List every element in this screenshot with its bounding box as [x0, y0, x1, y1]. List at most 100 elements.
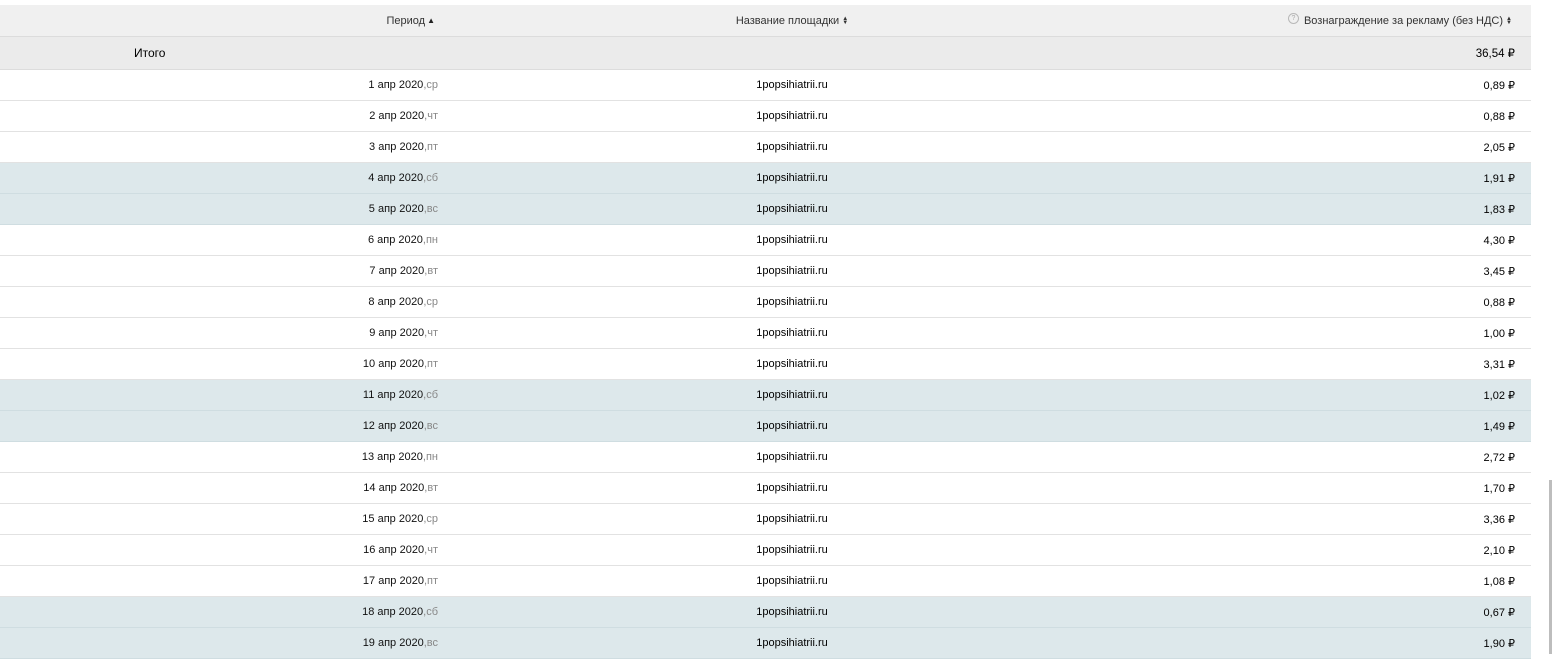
table-row[interactable]: 10 апр 2020, пт 1popsihiatrii.ru 3,31 ₽ [0, 349, 1531, 380]
period-weekday: сб [426, 606, 438, 618]
period-cell: 4 апр 2020, сб [368, 163, 438, 193]
period-date: 18 апр 2020 [362, 606, 424, 618]
site-cell: 1popsihiatrii.ru [756, 110, 828, 122]
period-cell: 13 апр 2020, пн [362, 442, 438, 472]
site-cell: 1popsihiatrii.ru [756, 296, 828, 308]
stats-table: Период ▲ Название площадки ▲ ▼ ? Вознагра… [0, 5, 1531, 659]
total-row: Итого 36,54 ₽ [0, 37, 1531, 70]
column-header-period[interactable]: Период ▲ [386, 5, 435, 36]
period-cell: 5 апр 2020, вс [369, 194, 438, 224]
table-body: 1 апр 2020, ср 1popsihiatrii.ru 0,89 ₽ 2 ап… [0, 70, 1531, 659]
reward-cell: 1,08 ₽ [1483, 575, 1515, 588]
table-row[interactable]: 13 апр 2020, пн 1popsihiatrii.ru 2,72 ₽ [0, 442, 1531, 473]
help-icon[interactable]: ? [1287, 13, 1299, 24]
column-header-period-label: Период [386, 14, 426, 27]
reward-cell: 0,88 ₽ [1483, 110, 1515, 123]
table-row[interactable]: 2 апр 2020, чт 1popsihiatrii.ru 0,88 ₽ [0, 101, 1531, 132]
table-row[interactable]: 17 апр 2020, пт 1popsihiatrii.ru 1,08 ₽ [0, 566, 1531, 597]
sort-both-icon[interactable]: ▲ ▼ [1506, 16, 1512, 26]
period-date: 10 апр 2020 [362, 358, 424, 370]
period-cell: 2 апр 2020, чт [369, 101, 438, 131]
site-cell: 1popsihiatrii.ru [756, 265, 828, 277]
period-cell: 6 апр 2020, пн [368, 225, 438, 255]
table-row[interactable]: 19 апр 2020, вс 1popsihiatrii.ru 1,90 ₽ [0, 628, 1531, 659]
site-cell: 1popsihiatrii.ru [756, 482, 828, 494]
period-weekday: вс [426, 420, 438, 432]
period-date: 4 апр 2020 [368, 172, 424, 184]
period-weekday: пт [427, 575, 438, 587]
site-cell: 1popsihiatrii.ru [756, 172, 828, 184]
period-weekday: чт [427, 327, 438, 339]
period-cell: 17 апр 2020, пт [363, 566, 438, 596]
period-date: 16 апр 2020 [363, 544, 425, 556]
period-weekday: ср [426, 296, 438, 308]
sort-asc-icon[interactable]: ▲ [427, 16, 435, 25]
site-cell: 1popsihiatrii.ru [756, 544, 828, 556]
site-cell: 1popsihiatrii.ru [756, 141, 828, 153]
table-row[interactable]: 4 апр 2020, сб 1popsihiatrii.ru 1,91 ₽ [0, 163, 1531, 194]
table-row[interactable]: 9 апр 2020, чт 1popsihiatrii.ru 1,00 ₽ [0, 318, 1531, 349]
period-cell: 10 апр 2020, пт [363, 349, 438, 379]
period-cell: 18 апр 2020, сб [362, 597, 438, 627]
period-weekday: вт [427, 482, 438, 494]
table-row[interactable]: 3 апр 2020, пт 1popsihiatrii.ru 2,05 ₽ [0, 132, 1531, 163]
site-cell: 1popsihiatrii.ru [756, 358, 828, 370]
table-row[interactable]: 5 апр 2020, вс 1popsihiatrii.ru 1,83 ₽ [0, 194, 1531, 225]
reward-cell: 0,89 ₽ [1483, 79, 1515, 92]
reward-cell: 0,67 ₽ [1483, 606, 1515, 619]
sort-both-icon[interactable]: ▲ ▼ [842, 16, 848, 26]
period-date: 17 апр 2020 [362, 575, 424, 587]
column-header-reward[interactable]: ? Вознаграждение за рекламу (без НДС) ▲ ▼ [1287, 5, 1512, 36]
reward-cell: 1,02 ₽ [1483, 389, 1515, 402]
table-row[interactable]: 15 апр 2020, ср 1popsihiatrii.ru 3,36 ₽ [0, 504, 1531, 535]
period-weekday: вс [426, 203, 438, 215]
period-weekday: сб [426, 172, 438, 184]
reward-cell: 2,72 ₽ [1483, 451, 1515, 464]
table-row[interactable]: 1 апр 2020, ср 1popsihiatrii.ru 0,89 ₽ [0, 70, 1531, 101]
table-row[interactable]: 6 апр 2020, пн 1popsihiatrii.ru 4,30 ₽ [0, 225, 1531, 256]
reward-cell: 2,05 ₽ [1483, 141, 1515, 154]
period-cell: 15 апр 2020, ср [362, 504, 438, 534]
period-cell: 8 апр 2020, ср [368, 287, 438, 317]
period-weekday: ср [426, 513, 438, 525]
reward-cell: 0,88 ₽ [1483, 296, 1515, 309]
table-row[interactable]: 11 апр 2020, сб 1popsihiatrii.ru 1,02 ₽ [0, 380, 1531, 411]
table-row[interactable]: 12 апр 2020, вс 1popsihiatrii.ru 1,49 ₽ [0, 411, 1531, 442]
table-row[interactable]: 7 апр 2020, вт 1popsihiatrii.ru 3,45 ₽ [0, 256, 1531, 287]
period-date: 5 апр 2020 [368, 203, 424, 215]
reward-cell: 1,91 ₽ [1483, 172, 1515, 185]
table-row[interactable]: 18 апр 2020, сб 1popsihiatrii.ru 0,67 ₽ [0, 597, 1531, 628]
period-cell: 12 апр 2020, вс [363, 411, 438, 441]
reward-cell: 3,36 ₽ [1483, 513, 1515, 526]
period-date: 19 апр 2020 [362, 637, 424, 649]
reward-cell: 1,83 ₽ [1483, 203, 1515, 216]
period-date: 13 апр 2020 [361, 451, 423, 463]
period-weekday: пн [425, 234, 438, 246]
table-row[interactable]: 16 апр 2020, чт 1popsihiatrii.ru 2,10 ₽ [0, 535, 1531, 566]
period-date: 9 апр 2020 [369, 327, 425, 339]
period-weekday: пт [427, 141, 438, 153]
period-date: 3 апр 2020 [369, 141, 424, 153]
period-weekday: пн [425, 451, 438, 463]
site-cell: 1popsihiatrii.ru [756, 234, 828, 246]
site-cell: 1popsihiatrii.ru [756, 606, 828, 618]
period-weekday: чт [427, 110, 438, 122]
period-cell: 14 апр 2020, вт [363, 473, 438, 503]
period-cell: 1 апр 2020, ср [368, 70, 438, 100]
period-date: 12 апр 2020 [362, 420, 424, 432]
table-row[interactable]: 14 апр 2020, вт 1popsihiatrii.ru 1,70 ₽ [0, 473, 1531, 504]
period-date: 15 апр 2020 [362, 513, 424, 525]
period-weekday: сб [426, 389, 438, 401]
period-date: 6 апр 2020 [368, 234, 423, 246]
column-header-reward-label: Вознаграждение за рекламу (без НДС) [1303, 14, 1504, 27]
period-cell: 11 апр 2020, сб [363, 380, 438, 410]
period-date: 14 апр 2020 [363, 482, 425, 494]
reward-cell: 3,31 ₽ [1483, 358, 1515, 371]
site-cell: 1popsihiatrii.ru [756, 451, 828, 463]
reward-cell: 3,45 ₽ [1483, 265, 1515, 278]
table-row[interactable]: 8 апр 2020, ср 1popsihiatrii.ru 0,88 ₽ [0, 287, 1531, 318]
site-cell: 1popsihiatrii.ru [756, 203, 828, 215]
site-cell: 1popsihiatrii.ru [756, 327, 828, 339]
column-header-site[interactable]: Название площадки ▲ ▼ [642, 5, 942, 36]
period-weekday: вт [427, 265, 438, 277]
